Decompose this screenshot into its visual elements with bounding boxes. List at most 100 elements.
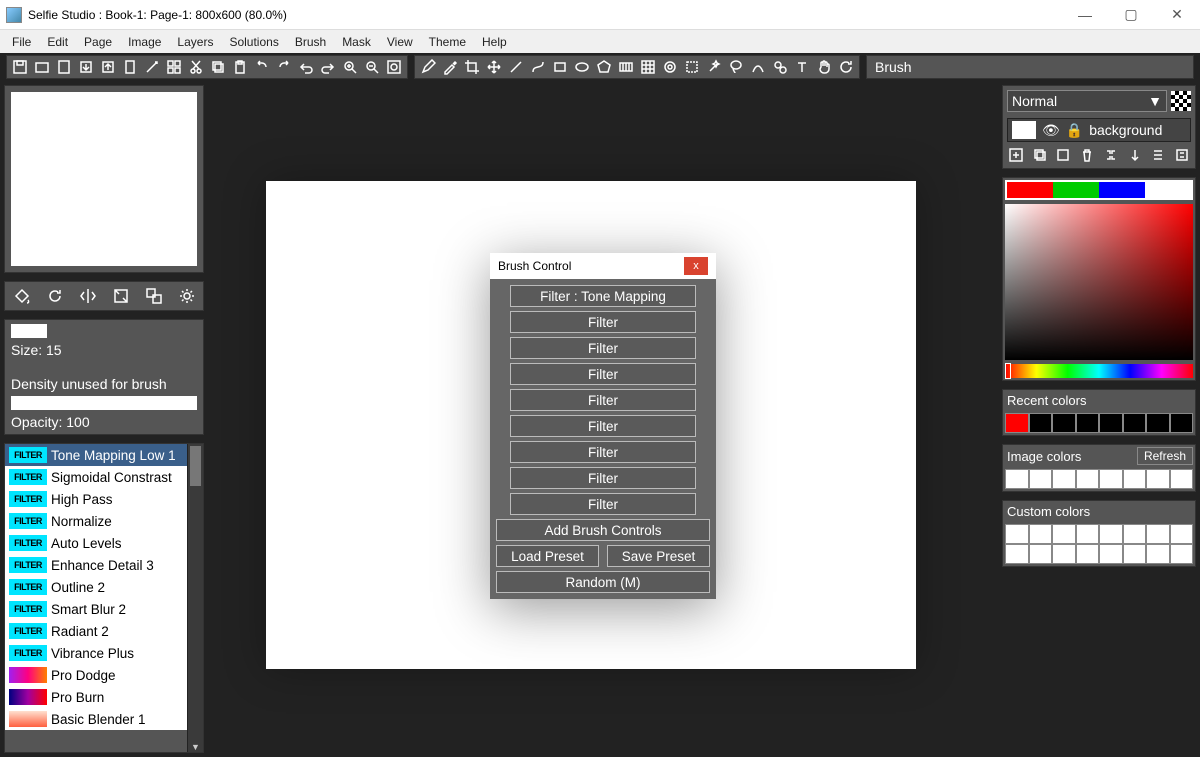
custom-swatch[interactable] — [1029, 544, 1053, 564]
custom-swatch[interactable] — [1170, 544, 1194, 564]
primary-swatch[interactable] — [1099, 182, 1145, 198]
filter-item[interactable]: FILTERAuto Levels — [5, 532, 187, 554]
delete-layer-icon[interactable] — [1078, 146, 1096, 164]
custom-swatch[interactable] — [1099, 524, 1123, 544]
polygon-icon[interactable] — [595, 58, 613, 76]
ellipse-icon[interactable] — [573, 58, 591, 76]
image-swatch[interactable] — [1099, 469, 1123, 489]
menu-help[interactable]: Help — [476, 33, 513, 51]
layer-row[interactable]: 👁 🔒 background — [1007, 118, 1191, 142]
filter-button-6[interactable]: Filter — [510, 441, 696, 463]
paste-icon[interactable] — [231, 58, 249, 76]
filter-item[interactable]: FILTERVibrance Plus — [5, 642, 187, 664]
page-icon[interactable] — [121, 58, 139, 76]
copy-icon[interactable] — [209, 58, 227, 76]
image-swatch[interactable] — [1123, 469, 1147, 489]
list-icon[interactable] — [1150, 146, 1168, 164]
filter-item[interactable]: FILTERHigh Pass — [5, 488, 187, 510]
blend-mode-select[interactable]: Normal ▼ — [1007, 90, 1167, 112]
curve-icon[interactable] — [529, 58, 547, 76]
filter-button-0[interactable]: Filter : Tone Mapping — [510, 285, 696, 307]
add-brush-controls-button[interactable]: Add Brush Controls — [496, 519, 710, 541]
move-icon[interactable] — [485, 58, 503, 76]
filter-item[interactable]: FILTERSigmoidal Constrast — [5, 466, 187, 488]
export-icon[interactable] — [99, 58, 117, 76]
new-icon[interactable] — [55, 58, 73, 76]
save-preset-button[interactable]: Save Preset — [607, 545, 710, 567]
brush-icon[interactable] — [419, 58, 437, 76]
gradient-icon[interactable] — [617, 58, 635, 76]
custom-swatch[interactable] — [1052, 524, 1076, 544]
menu-file[interactable]: File — [6, 33, 37, 51]
rotate-cw-icon[interactable] — [44, 285, 65, 307]
lock-icon[interactable]: 🔒 — [1066, 122, 1083, 139]
text-icon[interactable] — [793, 58, 811, 76]
grid-icon[interactable] — [165, 58, 183, 76]
bucket-icon[interactable] — [11, 285, 32, 307]
custom-swatch[interactable] — [1029, 524, 1053, 544]
line-icon[interactable] — [507, 58, 525, 76]
close-button[interactable]: ✕ — [1154, 0, 1200, 30]
menu-brush[interactable]: Brush — [289, 33, 332, 51]
scrollbar-thumb[interactable] — [190, 446, 201, 486]
image-swatch[interactable] — [1076, 469, 1100, 489]
flip-h-icon[interactable] — [77, 285, 98, 307]
draw-tool-icon[interactable] — [749, 58, 767, 76]
image-swatch[interactable] — [1005, 469, 1029, 489]
duplicate-layer-icon[interactable] — [1031, 146, 1049, 164]
redo2-icon[interactable] — [319, 58, 337, 76]
filter-item[interactable]: FILTEROutline 2 — [5, 576, 187, 598]
custom-swatch[interactable] — [1123, 544, 1147, 564]
menu-solutions[interactable]: Solutions — [223, 33, 284, 51]
filter-button-7[interactable]: Filter — [510, 467, 696, 489]
custom-swatch[interactable] — [1170, 524, 1194, 544]
filter-item[interactable]: FILTERNormalize — [5, 510, 187, 532]
import-icon[interactable] — [77, 58, 95, 76]
zoom-out-icon[interactable] — [363, 58, 381, 76]
recent-swatch[interactable] — [1005, 413, 1029, 433]
select-rect-icon[interactable] — [683, 58, 701, 76]
custom-swatch[interactable] — [1146, 544, 1170, 564]
primary-swatch[interactable] — [1053, 182, 1099, 198]
recent-swatch[interactable] — [1052, 413, 1076, 433]
scale-icon[interactable] — [143, 285, 164, 307]
filter-item[interactable]: FILTEREnhance Detail 3 — [5, 554, 187, 576]
filter-button-1[interactable]: Filter — [510, 311, 696, 333]
custom-swatch[interactable] — [1005, 544, 1029, 564]
menu-mask[interactable]: Mask — [336, 33, 377, 51]
transparency-icon[interactable] — [1171, 91, 1191, 111]
menu-page[interactable]: Page — [78, 33, 118, 51]
lasso-icon[interactable] — [727, 58, 745, 76]
random-button[interactable]: Random (M) — [496, 571, 710, 593]
filter-item[interactable]: Pro Dodge — [5, 664, 187, 686]
filter-scrollbar[interactable]: ▲ ▼ — [187, 444, 203, 752]
minimize-button[interactable]: — — [1062, 0, 1108, 30]
merge-icon[interactable] — [1102, 146, 1120, 164]
eyedropper-icon[interactable] — [441, 58, 459, 76]
navigator-thumbnail[interactable] — [11, 92, 197, 266]
filter-item[interactable]: Basic Blender 1 — [5, 708, 187, 730]
dialog-close-button[interactable]: x — [684, 257, 708, 275]
custom-swatch[interactable] — [1099, 544, 1123, 564]
refresh-button[interactable]: Refresh — [1137, 447, 1193, 465]
redo-icon[interactable] — [275, 58, 293, 76]
recent-swatch[interactable] — [1123, 413, 1147, 433]
copy-layer-icon[interactable] — [1055, 146, 1073, 164]
hue-indicator[interactable] — [1005, 363, 1011, 379]
filter-button-8[interactable]: Filter — [510, 493, 696, 515]
hand-icon[interactable] — [815, 58, 833, 76]
menu-layers[interactable]: Layers — [171, 33, 219, 51]
zoom-fit-icon[interactable] — [385, 58, 403, 76]
pattern-icon[interactable] — [639, 58, 657, 76]
rotate-icon[interactable] — [837, 58, 855, 76]
save-icon[interactable] — [11, 58, 29, 76]
menu-edit[interactable]: Edit — [41, 33, 74, 51]
hue-slider[interactable] — [1005, 364, 1193, 378]
load-preset-button[interactable]: Load Preset — [496, 545, 599, 567]
rect-icon[interactable] — [551, 58, 569, 76]
crop-icon[interactable] — [463, 58, 481, 76]
clone-icon[interactable] — [771, 58, 789, 76]
smudge-icon[interactable] — [661, 58, 679, 76]
recent-swatch[interactable] — [1146, 413, 1170, 433]
visibility-icon[interactable]: 👁 — [1042, 122, 1060, 139]
